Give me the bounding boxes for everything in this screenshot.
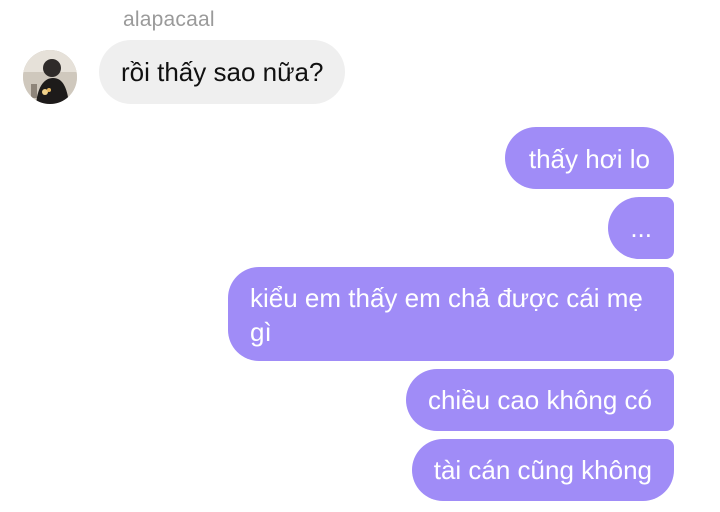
outgoing-message-bubble[interactable]: thấy hơi lo bbox=[504, 127, 674, 189]
user-avatar[interactable] bbox=[23, 50, 77, 104]
avatar-photo-icon bbox=[23, 50, 77, 104]
outgoing-message-bubble[interactable]: tài cán cũng không bbox=[411, 439, 674, 501]
incoming-message-bubble[interactable]: rồi thấy sao nữa? bbox=[99, 40, 346, 104]
chat-conversation: alapacaal rồi thấy sao nữa? thấy hơi lo … bbox=[0, 0, 720, 512]
outgoing-message-bubble[interactable]: chiều cao không có bbox=[405, 369, 674, 431]
sender-name: alapacaal bbox=[123, 8, 215, 31]
outgoing-message-bubble[interactable]: kiểu em thấy em chả được cái mẹ gì bbox=[228, 267, 674, 361]
outgoing-message-bubble[interactable]: ... bbox=[608, 197, 674, 259]
